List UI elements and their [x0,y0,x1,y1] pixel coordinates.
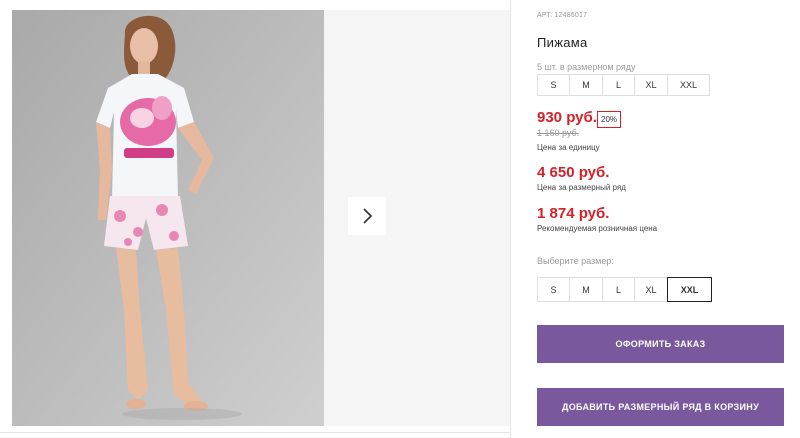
panel-divider [510,0,511,438]
gallery-bottom-divider [0,432,510,433]
pack-price-note: Цена за размерный ряд [537,183,626,192]
chevron-right-icon [363,208,373,224]
retail-price: 1 874 руб. [537,205,610,222]
size-option-s[interactable]: S [537,277,570,302]
size-option-m[interactable]: M [569,277,603,302]
choose-size-label: Выберите размер: [537,256,614,266]
pack-size-xxl: XXL [667,74,710,96]
size-option-xxl[interactable]: XXL [667,277,712,302]
pack-size-list: S M L XL XXL [537,74,710,96]
size-selector: S M L XL XXL [537,277,712,302]
pack-size-label: 5 шт. в размерном ряду [537,62,636,72]
retail-price-note: Рекомендуемая розничная цена [537,224,658,233]
old-price: 1 160 руб. [537,128,580,138]
product-gallery [0,0,510,438]
pack-size-s: S [537,74,570,96]
add-pack-to-cart-button[interactable]: ДОБАВИТЬ РАЗМЕРНЫЙ РЯД В КОРЗИНУ [537,388,784,426]
model-illustration [12,10,324,426]
unit-price-note: Цена за единицу [537,143,600,152]
product-title: Пижама [537,35,588,50]
pack-size-m: M [569,74,603,96]
pack-size-l: L [602,74,635,96]
next-image-button[interactable] [348,197,386,235]
product-photo[interactable] [12,10,324,426]
pack-price: 4 650 руб. [537,164,610,181]
article-number: АРТ. 12486017 [537,12,588,19]
pack-size-xl: XL [634,74,668,96]
size-option-xl[interactable]: XL [634,277,668,302]
order-button[interactable]: ОФОРМИТЬ ЗАКАЗ [537,325,784,363]
size-option-l[interactable]: L [602,277,635,302]
discount-badge: 20% [597,111,622,128]
unit-price: 930 руб. [537,109,597,126]
